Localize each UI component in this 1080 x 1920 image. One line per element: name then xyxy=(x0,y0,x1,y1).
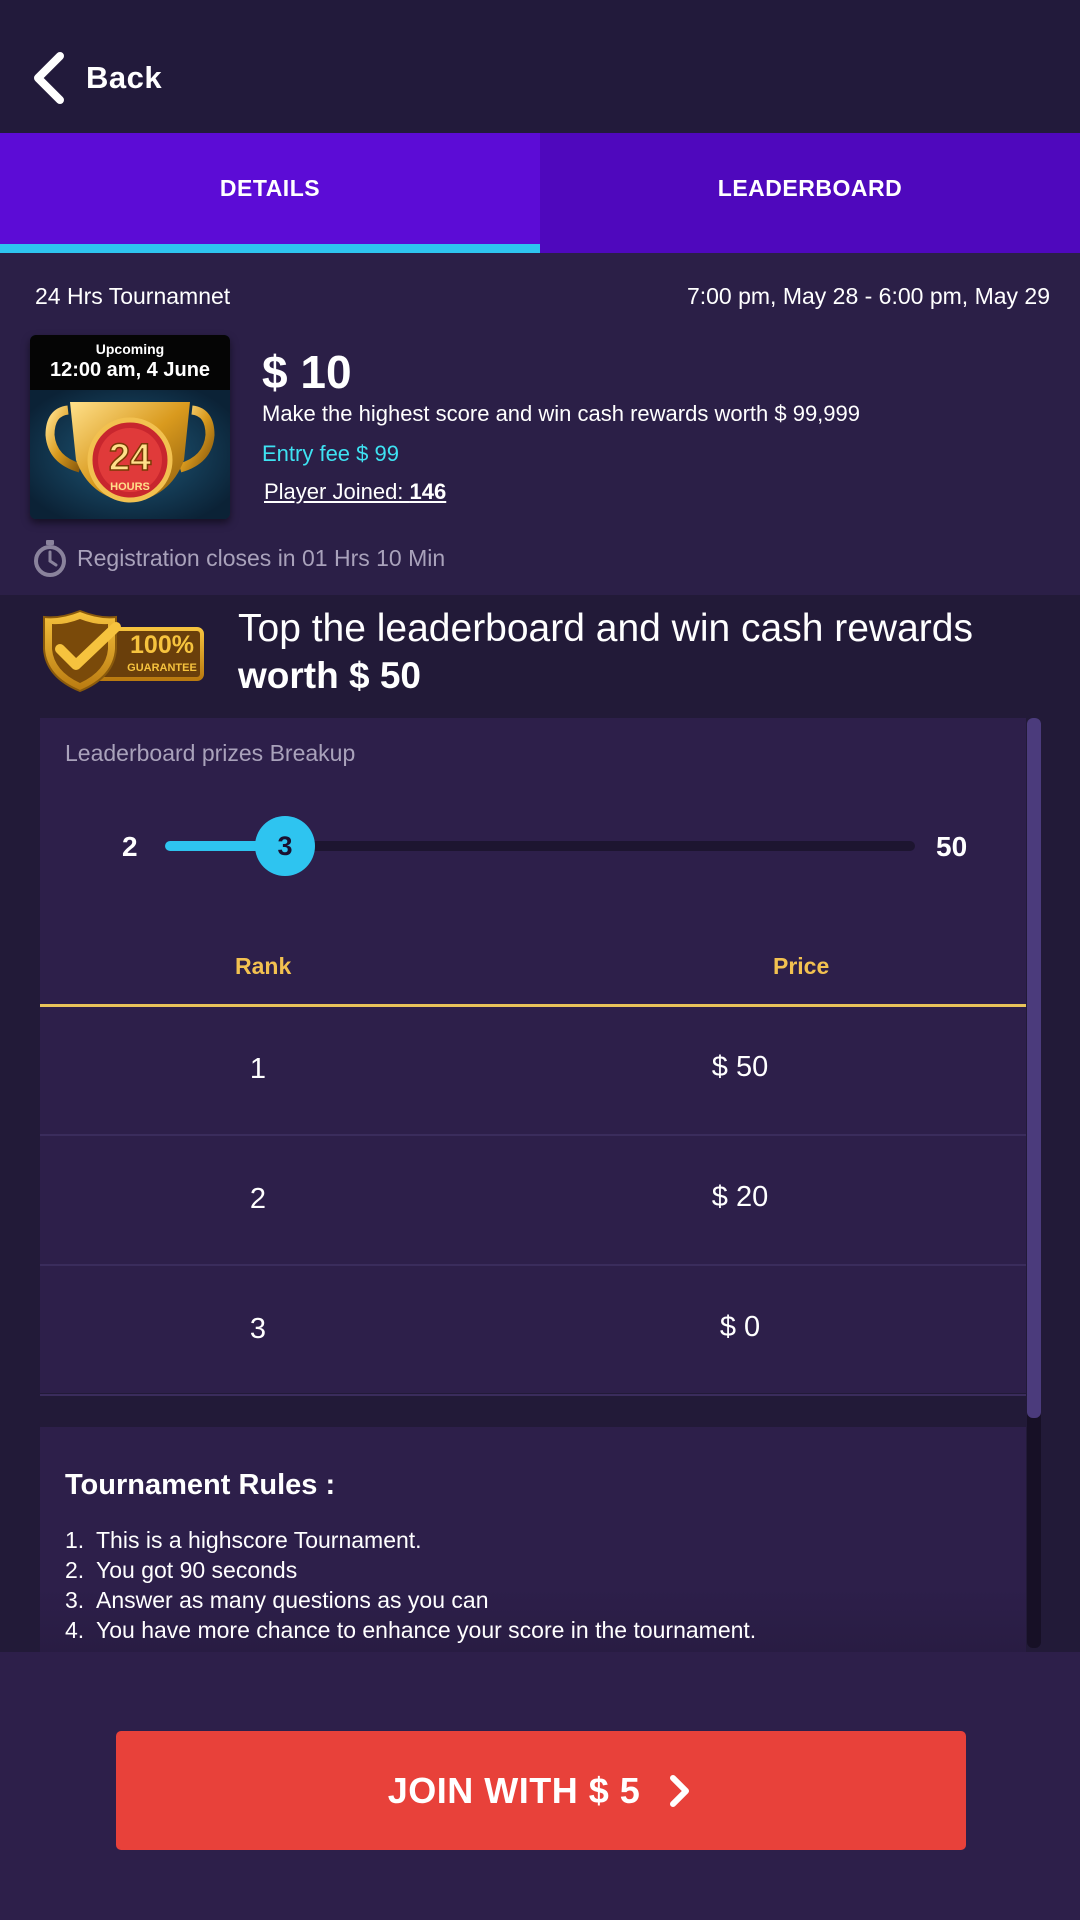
registration-text: Registration closes in 01 Hrs 10 Min xyxy=(77,544,446,571)
players-joined-link[interactable]: Player Joined: 146 xyxy=(264,479,446,505)
scrollbar-thumb[interactable] xyxy=(1027,718,1041,1418)
list-item: 4. You have more chance to enhance your s… xyxy=(65,1615,756,1645)
rank-cell: 3 xyxy=(249,1313,267,1345)
tournament-time-range: 7:00 pm, May 28 - 6:00 pm, May 29 xyxy=(686,283,1050,309)
join-button[interactable]: JOIN WITH $ 5 xyxy=(116,1731,966,1850)
players-joined-count: 146 xyxy=(409,479,447,504)
rule-number: 2. xyxy=(65,1557,85,1583)
tab-details-label: DETAILS xyxy=(219,174,321,201)
tournament-info: 24 Hrs Tournamnet 7:00 pm, May 28 - 6:00… xyxy=(0,253,1080,595)
scrollbar[interactable] xyxy=(1027,718,1041,1648)
price-cell: $ 0 xyxy=(719,1311,761,1343)
prize-description: Make the highest score and win cash rewa… xyxy=(262,401,860,426)
slider-max-label: 50 xyxy=(936,831,968,862)
guarantee-section: 100% GUARANTEE Top the leaderboard and w… xyxy=(0,595,1080,1657)
stopwatch-icon xyxy=(34,540,66,577)
registration-status: Registration closes in 01 Hrs 10 Min xyxy=(32,539,445,577)
list-item: 2. You got 90 seconds xyxy=(65,1555,756,1585)
list-item: 1. This is a highscore Tournament. xyxy=(65,1525,756,1555)
tournament-name: 24 Hrs Tournamnet xyxy=(35,283,231,309)
prize-amount: $ 10 xyxy=(262,346,352,398)
badge-number: 24 xyxy=(109,437,151,479)
table-row: 3 $ 0 xyxy=(40,1267,1026,1396)
badge-percent: 100% xyxy=(130,631,194,659)
bottom-bar: JOIN WITH $ 5 xyxy=(0,1652,1080,1920)
slider-thumb[interactable]: 3 xyxy=(255,816,315,876)
tab-leaderboard-label: LEADERBOARD xyxy=(717,174,903,201)
chevron-right-icon xyxy=(670,1774,690,1807)
rule-text: Answer as many questions as you can xyxy=(96,1587,489,1613)
badge-guarantee: GUARANTEE xyxy=(127,662,197,674)
badge-unit: HOURS xyxy=(110,481,150,493)
shield-check-icon: 100% GUARANTEE xyxy=(43,609,204,693)
prize-breakup-panel: Leaderboard prizes Breakup 2 3 50 Rank P… xyxy=(40,718,1026,1396)
price-cell: $ 20 xyxy=(711,1181,769,1213)
active-tab-indicator xyxy=(0,244,540,253)
rule-text: You got 90 seconds xyxy=(96,1557,298,1583)
tournament-card: Upcoming 12:00 am, 4 June 24 HOURS xyxy=(30,335,230,519)
table-row: 2 $ 20 xyxy=(40,1137,1026,1266)
card-date: 12:00 am, 4 June xyxy=(49,359,211,381)
rule-number: 3. xyxy=(65,1587,85,1613)
back-label: Back xyxy=(86,60,163,95)
slider-min-label: 2 xyxy=(122,831,138,862)
table-row: 1 $ 50 xyxy=(40,1007,1026,1136)
tab-bar: DETAILS LEADERBOARD xyxy=(0,133,1080,253)
price-cell: $ 50 xyxy=(711,1051,769,1083)
tab-details[interactable]: DETAILS xyxy=(0,133,540,253)
column-header-rank: Rank xyxy=(235,953,292,979)
rank-cell: 2 xyxy=(249,1183,267,1215)
chevron-left-icon xyxy=(34,52,64,104)
tournament-rules: Tournament Rules : 1. This is a highscore… xyxy=(40,1427,1026,1657)
guarantee-headline: Top the leaderboard and win cash rewards xyxy=(238,607,973,650)
rank-cell: 1 xyxy=(249,1053,267,1085)
rule-number: 1. xyxy=(65,1527,85,1553)
winners-slider[interactable]: 3 xyxy=(165,816,915,876)
rule-text: You have more chance to enhance your sco… xyxy=(96,1617,757,1643)
trophy-icon: 24 HOURS xyxy=(30,390,230,519)
tab-leaderboard[interactable]: LEADERBOARD xyxy=(540,133,1080,253)
list-item: 3. Answer as many questions as you can xyxy=(65,1585,756,1615)
rule-text: This is a highscore Tournament. xyxy=(96,1527,422,1553)
rules-title: Tournament Rules : xyxy=(65,1469,336,1501)
entry-fee: Entry fee $ 99 xyxy=(262,441,399,466)
rules-list: 1. This is a highscore Tournament. 2. You … xyxy=(65,1525,756,1645)
guarantee-amount: worth $ 50 xyxy=(238,655,421,696)
top-bar: Back xyxy=(0,0,1080,133)
rule-number: 4. xyxy=(65,1617,85,1643)
prize-breakup-title: Leaderboard prizes Breakup xyxy=(65,740,356,766)
back-button[interactable]: Back xyxy=(30,50,162,106)
card-status: Upcoming xyxy=(95,341,165,357)
slider-value: 3 xyxy=(277,830,293,861)
join-button-label: JOIN WITH $ 5 xyxy=(387,1769,641,1811)
column-header-price: Price xyxy=(773,953,830,979)
players-joined-label: Player Joined: xyxy=(264,479,410,504)
